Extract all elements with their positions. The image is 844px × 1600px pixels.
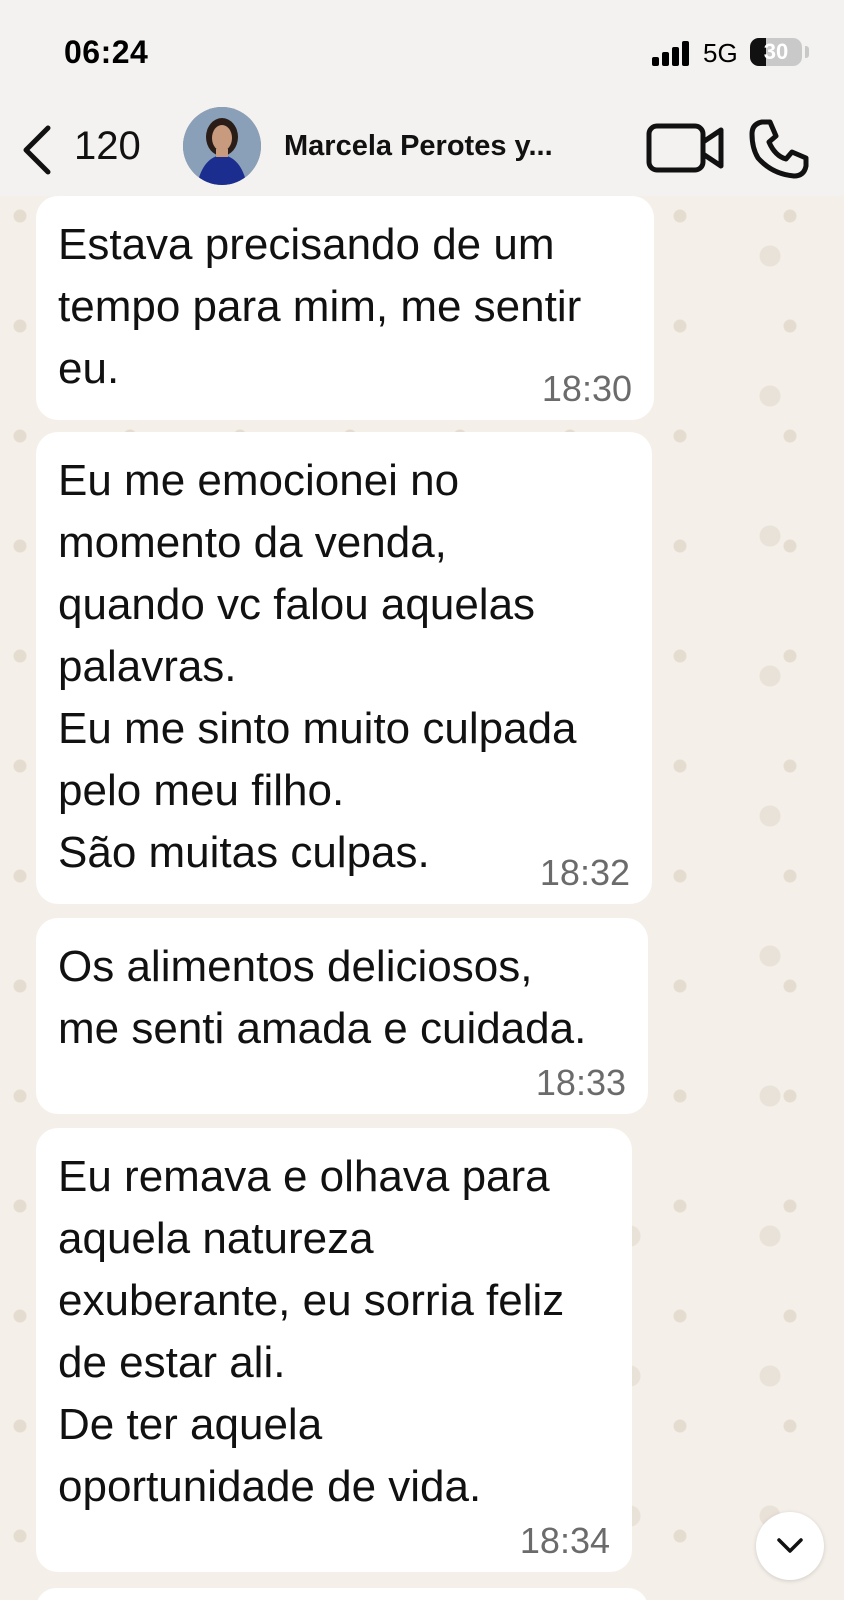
video-call-button[interactable] bbox=[646, 120, 726, 176]
unread-count: 120 bbox=[74, 124, 141, 168]
phone-icon bbox=[749, 119, 809, 179]
message-time: 18:34 bbox=[519, 1520, 610, 1561]
message-time: 18:30 bbox=[541, 368, 632, 409]
chat-header: 120 Marcela Perotes y... bbox=[0, 100, 844, 196]
message-bubble[interactable]: Os alimentos deliciosos, me senti amada … bbox=[36, 918, 648, 1114]
battery-percent: 30 bbox=[763, 39, 789, 64]
chevron-left-icon bbox=[23, 125, 51, 175]
message-text: Eu remava e olhava para aquela natureza … bbox=[58, 1152, 565, 1511]
status-time: 06:24 bbox=[64, 34, 149, 70]
message-bubble[interactable]: Estava precisando de um tempo para mim, … bbox=[36, 196, 654, 420]
message-text: Os alimentos deliciosos, me senti amada … bbox=[58, 942, 587, 1053]
message-text: Eu me emocionei no momento da venda, qua… bbox=[58, 456, 577, 877]
battery-tip bbox=[805, 46, 809, 58]
battery-icon: 30 bbox=[750, 38, 802, 66]
message-time: 18:32 bbox=[539, 852, 630, 893]
back-button[interactable]: 120 bbox=[16, 114, 156, 175]
avatar-image bbox=[183, 107, 261, 185]
message-bubble[interactable]: Eu remava e olhava para aquela natureza … bbox=[36, 1128, 632, 1572]
chevron-down-icon bbox=[777, 1538, 803, 1553]
message-bubble[interactable]: Eu me emocionei no momento da venda, qua… bbox=[36, 432, 652, 904]
video-camera-icon bbox=[646, 123, 724, 173]
message-time: 18:33 bbox=[535, 1062, 626, 1103]
avatar[interactable] bbox=[183, 107, 261, 185]
signal-icon bbox=[652, 40, 690, 66]
network-type: 5G bbox=[703, 38, 738, 68]
message-bubble-partial[interactable] bbox=[36, 1588, 648, 1600]
contact-name[interactable]: Marcela Perotes y... bbox=[284, 130, 553, 163]
voice-call-button[interactable] bbox=[748, 118, 810, 180]
scroll-to-bottom-button[interactable] bbox=[756, 1512, 824, 1580]
status-bar: 06:24 5G 30 bbox=[0, 0, 844, 100]
chat-area[interactable]: Estava precisando de um tempo para mim, … bbox=[0, 196, 844, 1600]
